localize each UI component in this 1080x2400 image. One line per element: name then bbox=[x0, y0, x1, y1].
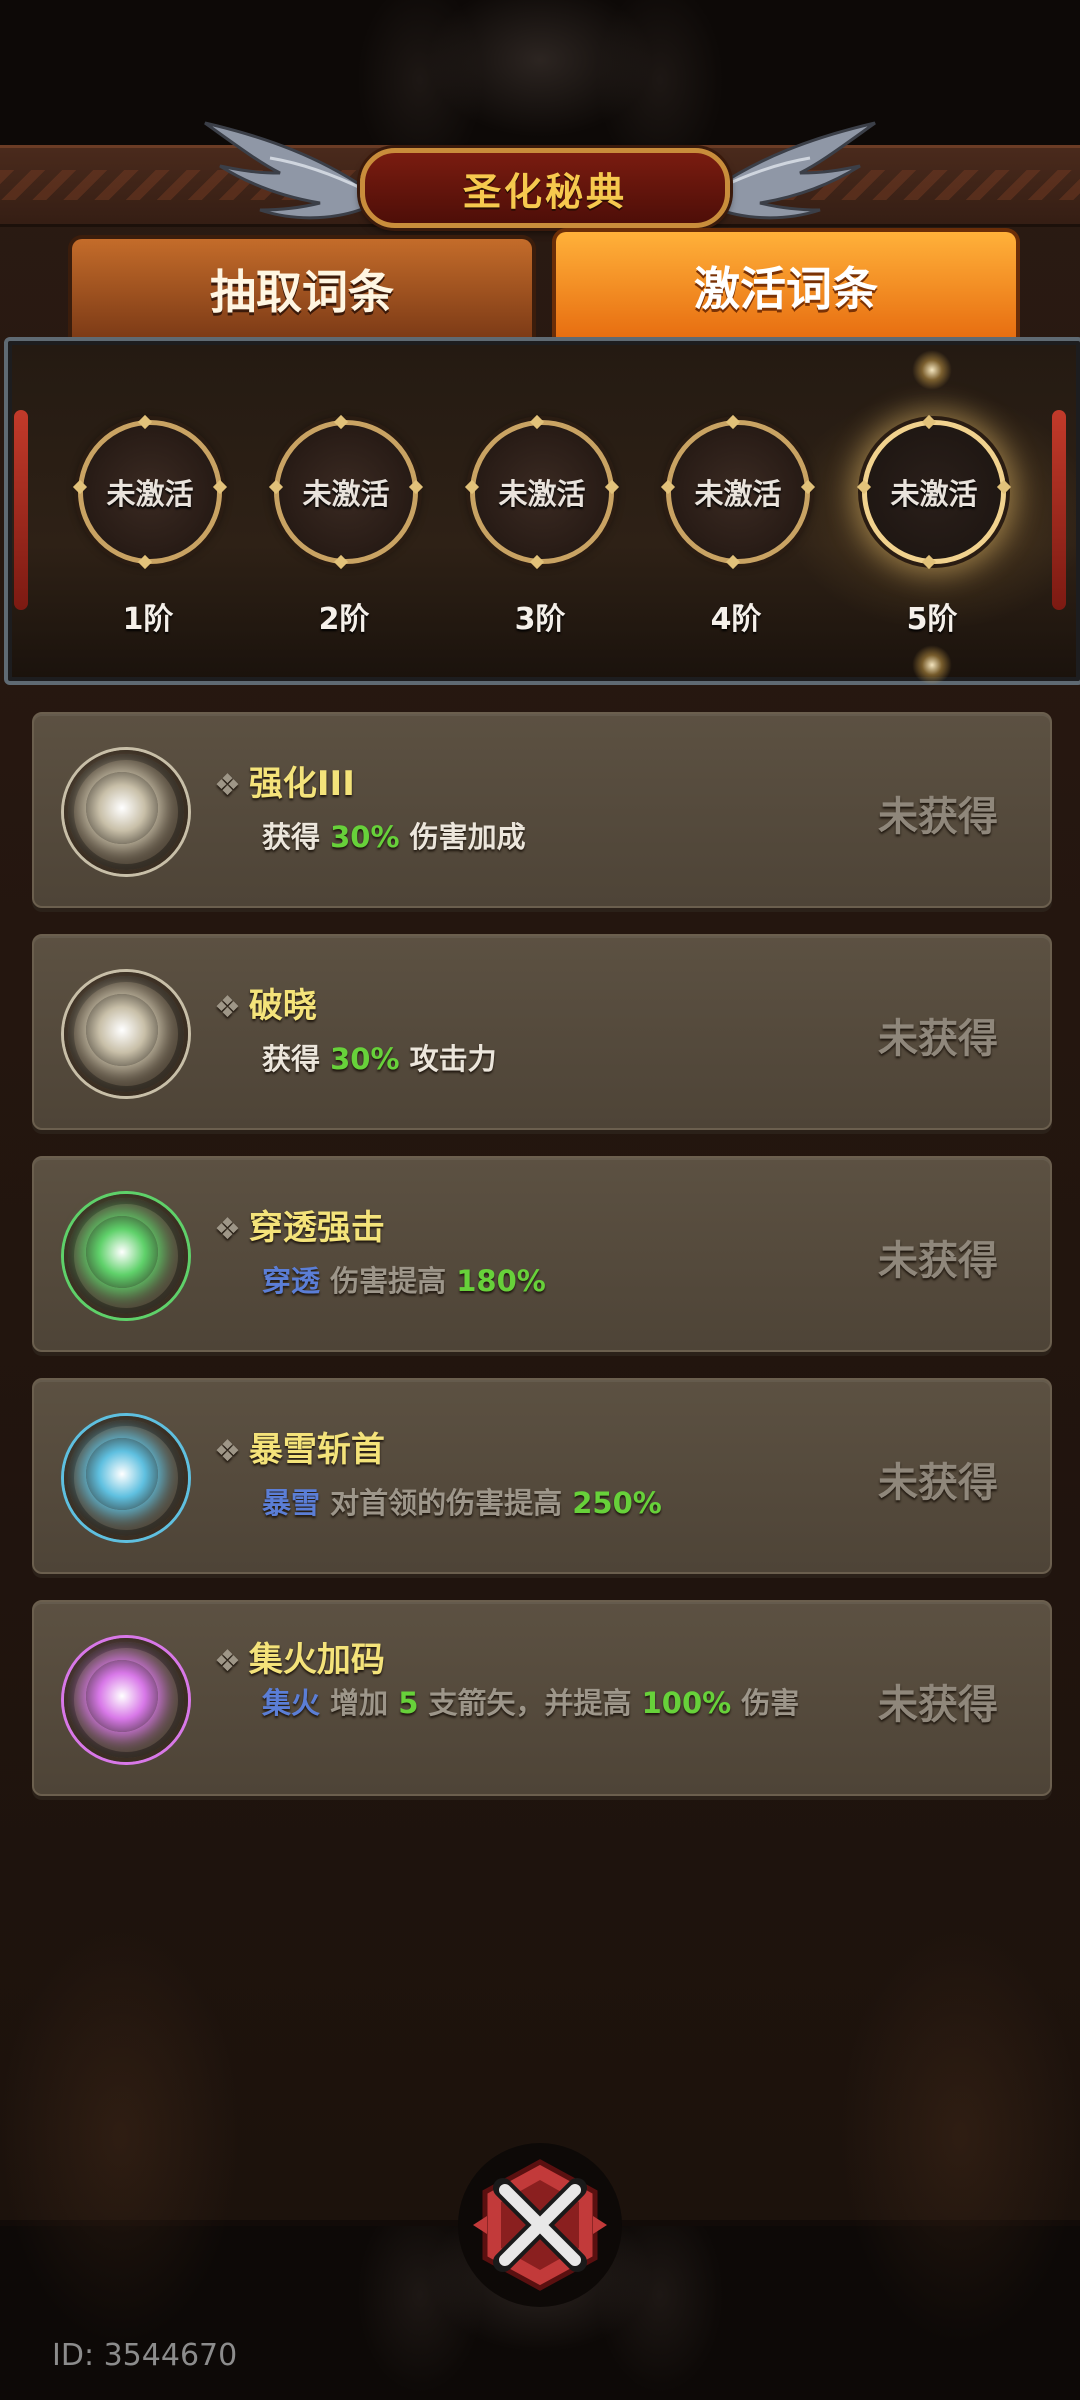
affix-desc-segment: 30% bbox=[330, 1042, 400, 1076]
affix-orb-icon bbox=[64, 1194, 188, 1318]
sparkle-top-icon bbox=[912, 350, 952, 390]
tier-4[interactable]: 未激活 4阶 bbox=[660, 420, 816, 638]
affix-orb-icon bbox=[64, 972, 188, 1096]
tier-status: 未激活 bbox=[106, 477, 194, 511]
affix-name: ❖ 穿透强击 bbox=[214, 1208, 385, 1248]
affix-card[interactable]: ❖ 强化III 获得 30% 伤害加成 未获得 bbox=[32, 712, 1052, 908]
affix-desc-segment: 集火 bbox=[262, 1686, 321, 1720]
affix-status: 未获得 bbox=[878, 1016, 998, 1062]
diamond-icon: ❖ bbox=[214, 990, 241, 1025]
wing-left-icon bbox=[204, 121, 370, 220]
tier-ring: 未激活 bbox=[72, 420, 228, 564]
affix-desc-segment: 100% bbox=[641, 1686, 732, 1720]
tier-1[interactable]: 未激活 1阶 bbox=[72, 420, 228, 638]
tab-draw-affix[interactable]: 抽取词条 bbox=[68, 235, 536, 339]
affix-name: ❖ 强化III bbox=[214, 764, 355, 804]
tier-status: 未激活 bbox=[498, 477, 586, 511]
diamond-icon: ❖ bbox=[214, 768, 241, 803]
affix-orb-icon bbox=[64, 1416, 188, 1540]
affix-status: 未获得 bbox=[878, 1460, 998, 1506]
affix-orb-icon bbox=[64, 1638, 188, 1762]
tier-frame-side-right bbox=[1052, 410, 1066, 610]
user-id: ID: 3544670 bbox=[52, 2338, 238, 2373]
affix-desc-segment: 250% bbox=[572, 1486, 662, 1520]
affix-name: ❖ 暴雪斩首 bbox=[214, 1430, 385, 1470]
affix-card[interactable]: ❖ 暴雪斩首 暴雪 对首领的伤害提高 250% 未获得 bbox=[32, 1378, 1052, 1574]
affix-desc-segment: 30% bbox=[330, 820, 400, 854]
diamond-icon: ❖ bbox=[214, 1434, 241, 1469]
tier-ring: 未激活 bbox=[268, 420, 424, 564]
tier-ring: 未激活 bbox=[856, 420, 1012, 564]
affix-desc-segment: 对首领的伤害提高 bbox=[320, 1486, 573, 1520]
tier-status: 未激活 bbox=[302, 477, 390, 511]
affix-desc-segment: 伤害 bbox=[731, 1686, 800, 1720]
tier-label: 1阶 bbox=[122, 602, 174, 637]
affix-orb-icon bbox=[64, 750, 188, 874]
tier-ring: 未激活 bbox=[660, 420, 816, 564]
tier-ring: 未激活 bbox=[464, 420, 620, 564]
affix-desc-segment: 获得 bbox=[262, 1042, 331, 1076]
diamond-icon: ❖ bbox=[214, 1644, 241, 1679]
affix-name: ❖ 破晓 bbox=[214, 986, 317, 1026]
tier-frame-side-left bbox=[14, 410, 28, 610]
tier-5[interactable]: 未激活 5阶 bbox=[856, 420, 1012, 638]
tier-status: 未激活 bbox=[890, 477, 978, 511]
affix-desc-segment: 暴雪 bbox=[262, 1486, 321, 1520]
wing-right-icon bbox=[710, 121, 876, 220]
affix-description: 集火 增加 5 支箭矢，并提高 100% 伤害 bbox=[262, 1684, 862, 1722]
affix-card[interactable]: ❖ 破晓 获得 30% 攻击力 未获得 bbox=[32, 934, 1052, 1130]
tab-activate-affix[interactable]: 激活词条 bbox=[552, 228, 1020, 339]
affix-card[interactable]: ❖ 穿透强击 穿透 伤害提高 180% 未获得 bbox=[32, 1156, 1052, 1352]
tier-status: 未激活 bbox=[694, 477, 782, 511]
affix-name: ❖ 集火加码 bbox=[214, 1640, 385, 1680]
affix-desc-segment: 5 bbox=[398, 1686, 419, 1720]
panel-ornament-left bbox=[0, 1925, 240, 2345]
diamond-icon: ❖ bbox=[214, 1212, 241, 1247]
page-title: 圣化秘典 bbox=[462, 169, 627, 214]
tier-label: 2阶 bbox=[318, 602, 370, 637]
affix-desc-segment: 支箭矢，并提高 bbox=[418, 1686, 642, 1720]
affix-description: 暴雪 对首领的伤害提高 250% bbox=[262, 1484, 862, 1522]
affix-status: 未获得 bbox=[878, 1682, 998, 1728]
panel-ornament-right bbox=[840, 1925, 1080, 2345]
affix-desc-segment: 伤害提高 bbox=[320, 1264, 457, 1298]
tier-label: 4阶 bbox=[710, 602, 762, 637]
tier-label: 5阶 bbox=[906, 602, 958, 637]
affix-desc-segment: 攻击力 bbox=[399, 1042, 497, 1076]
affix-status: 未获得 bbox=[878, 794, 998, 840]
tier-3[interactable]: 未激活 3阶 bbox=[464, 420, 620, 638]
top-ornament bbox=[0, 0, 1080, 145]
affix-status: 未获得 bbox=[878, 1238, 998, 1284]
affix-card[interactable]: ❖ 集火加码 集火 增加 5 支箭矢，并提高 100% 伤害 未获得 bbox=[32, 1600, 1052, 1796]
affix-desc-segment: 穿透 bbox=[262, 1264, 321, 1298]
affix-description: 获得 30% 伤害加成 bbox=[262, 818, 862, 856]
title-plaque: 圣化秘典 bbox=[360, 148, 730, 228]
tier-2[interactable]: 未激活 2阶 bbox=[268, 420, 424, 638]
sparkle-bottom-icon bbox=[912, 645, 952, 685]
affix-description: 获得 30% 攻击力 bbox=[262, 1040, 862, 1078]
affix-desc-segment: 获得 bbox=[262, 820, 331, 854]
affix-desc-segment: 伤害加成 bbox=[399, 820, 526, 854]
tier-label: 3阶 bbox=[514, 602, 566, 637]
affix-desc-segment: 180% bbox=[456, 1264, 546, 1298]
close-x-icon[interactable] bbox=[455, 2140, 625, 2310]
affix-description: 穿透 伤害提高 180% bbox=[262, 1262, 862, 1300]
affix-desc-segment: 增加 bbox=[320, 1686, 399, 1720]
